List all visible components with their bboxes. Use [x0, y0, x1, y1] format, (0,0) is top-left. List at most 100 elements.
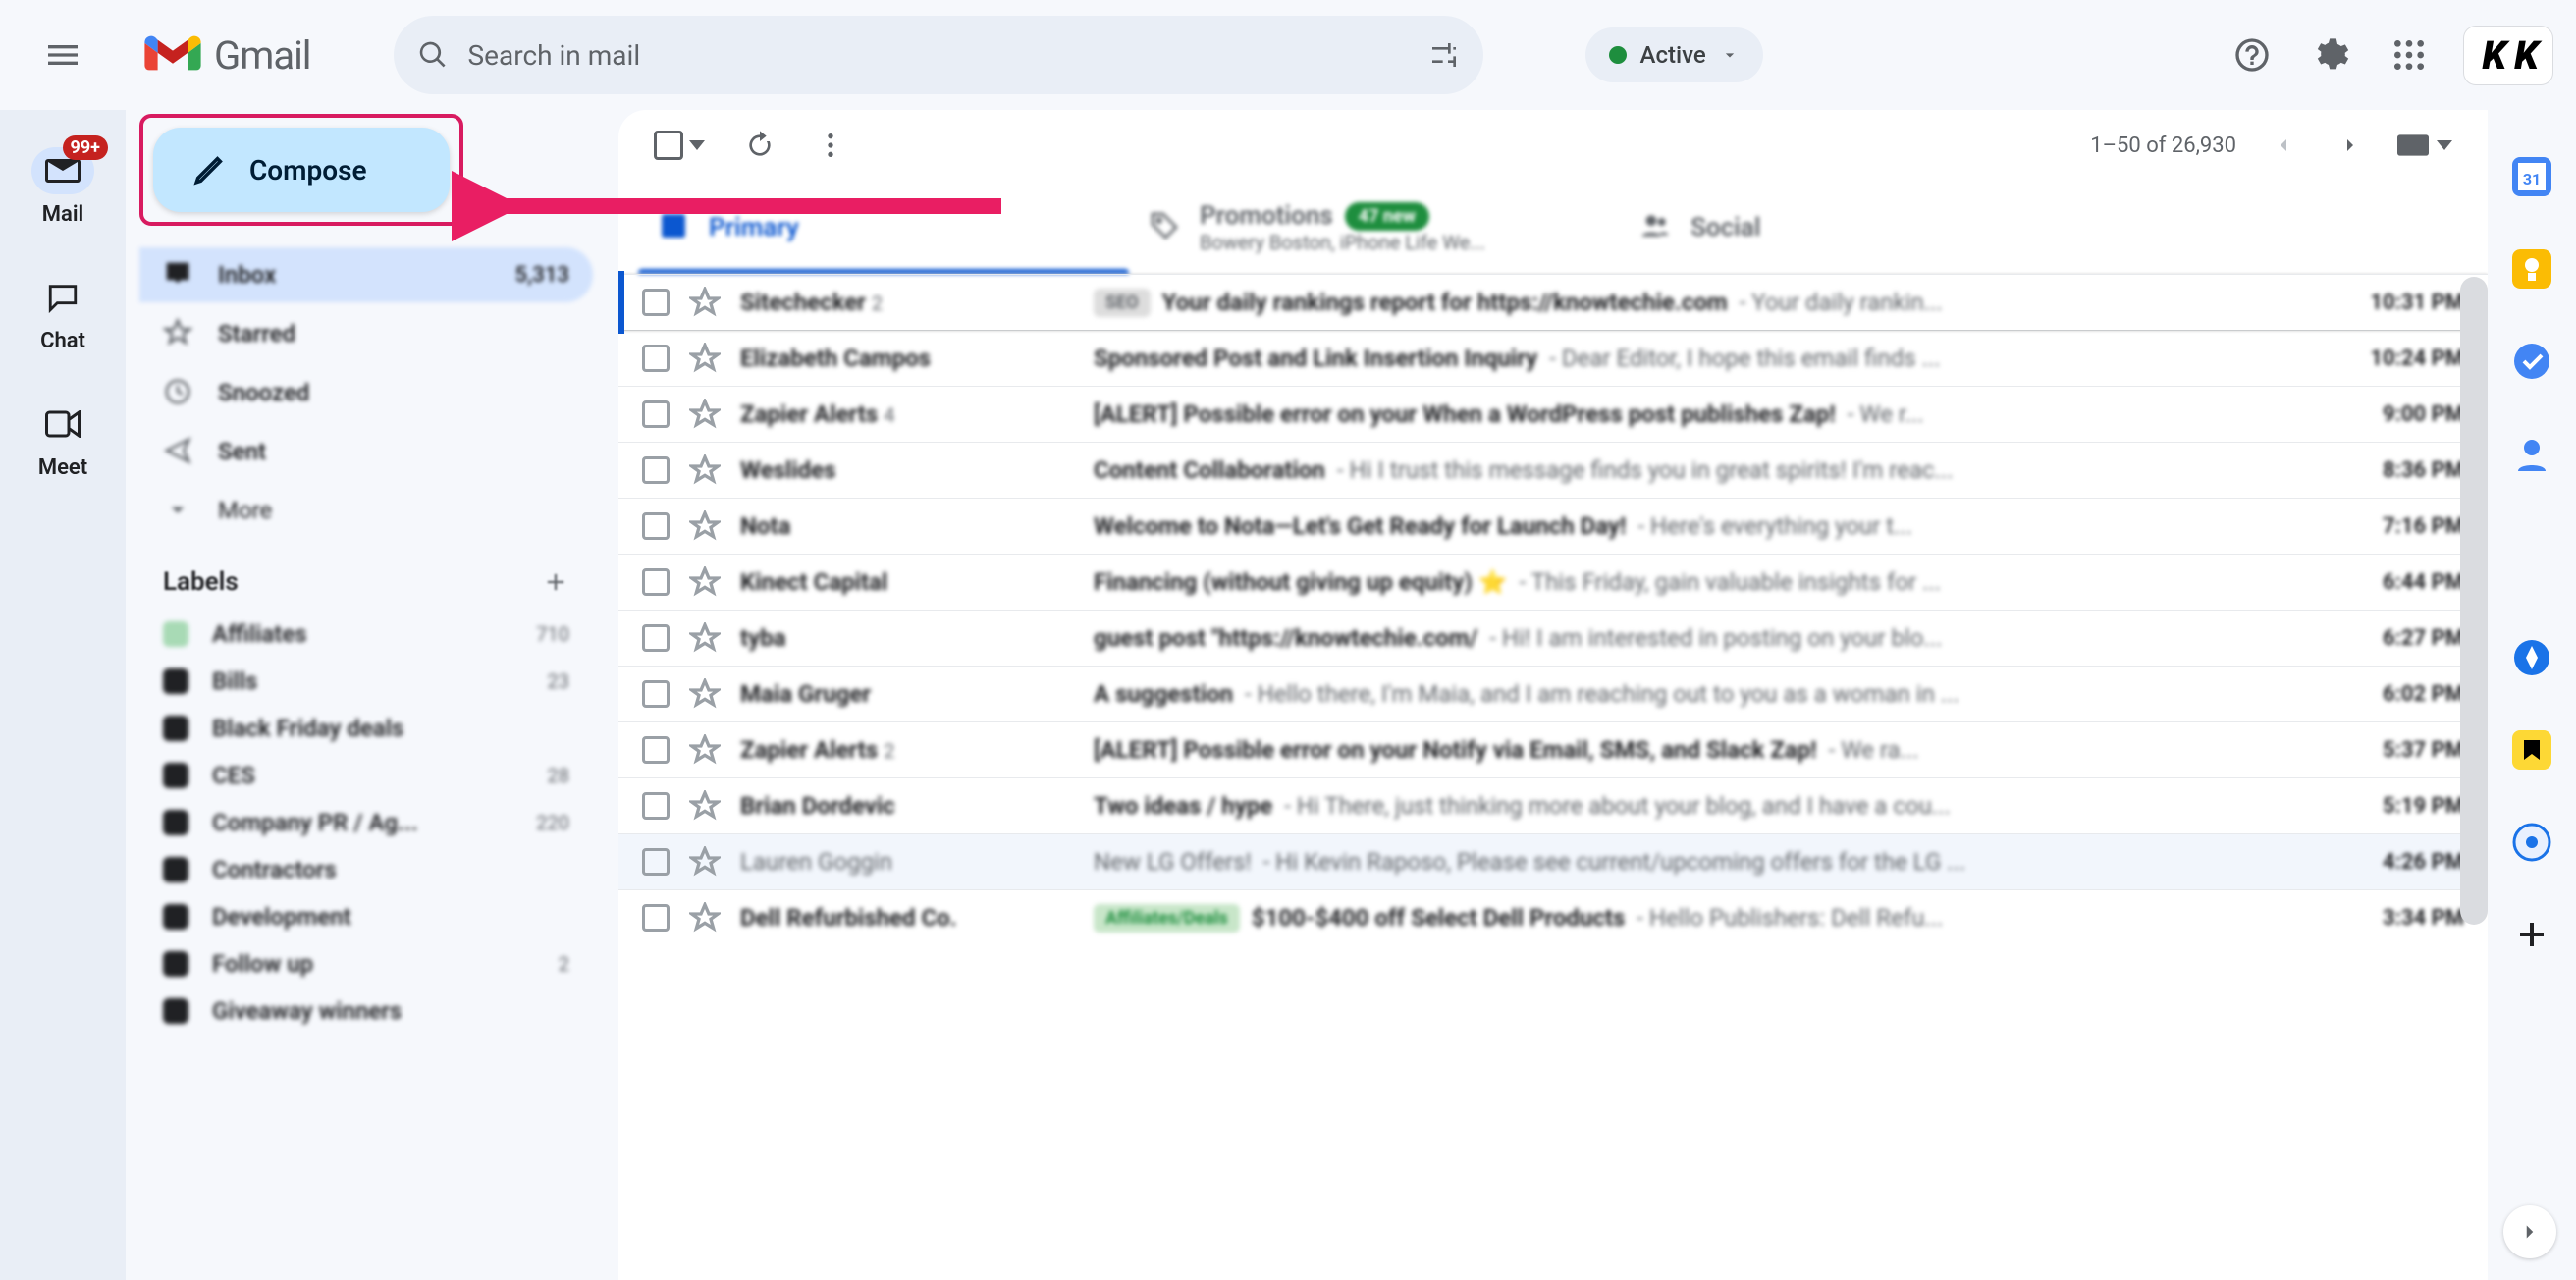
- email-row[interactable]: Zapier Alerts 2 [ALERT] Possible error o…: [618, 721, 2488, 777]
- row-checkbox[interactable]: [642, 904, 670, 932]
- label-name: Affiliates: [212, 620, 512, 648]
- star-button[interactable]: [689, 678, 721, 710]
- email-sender: Brian Dordevic: [740, 792, 1074, 820]
- tasks-icon[interactable]: [2512, 342, 2551, 381]
- email-snippet: - Dear Editor, I hope this email finds .…: [1549, 345, 1940, 372]
- addon-1-icon[interactable]: [2512, 638, 2551, 677]
- contacts-icon[interactable]: [2512, 434, 2551, 473]
- select-caret-icon: [689, 140, 705, 150]
- label-item[interactable]: Development: [139, 893, 593, 940]
- status-chip[interactable]: Active: [1585, 27, 1763, 82]
- email-row[interactable]: Dell Refurbished Co. Affiliates/Deals$10…: [618, 889, 2488, 945]
- more-icon: [163, 495, 194, 526]
- addon-3-icon[interactable]: [2512, 823, 2551, 862]
- search-options-icon[interactable]: [1428, 39, 1460, 71]
- email-row[interactable]: Brian Dordevic Two ideas / hype - Hi The…: [618, 777, 2488, 833]
- star-button[interactable]: [689, 343, 721, 374]
- email-row[interactable]: Kinect Capital Financing (without giving…: [618, 554, 2488, 610]
- email-row[interactable]: Lauren Goggin New LG Offers! - Hi Kevin …: [618, 833, 2488, 889]
- row-checkbox[interactable]: [642, 512, 670, 540]
- addon-2-icon[interactable]: [2512, 730, 2551, 770]
- star-button[interactable]: [689, 846, 721, 878]
- label-item[interactable]: Affiliates 710: [139, 611, 593, 658]
- row-checkbox[interactable]: [642, 456, 670, 484]
- search-box[interactable]: [394, 16, 1483, 94]
- email-row[interactable]: Maia Gruger A suggestion - Hello there, …: [618, 666, 2488, 721]
- sidebar-item-inbox[interactable]: Inbox 5,313: [139, 247, 593, 302]
- email-snippet: - Hi! I am interested in posting on your…: [1489, 624, 1942, 652]
- keep-icon[interactable]: [2512, 249, 2551, 289]
- support-button[interactable]: [2228, 31, 2276, 79]
- expand-panel-button[interactable]: [2503, 1205, 2556, 1258]
- row-checkbox[interactable]: [642, 792, 670, 820]
- input-tools-button[interactable]: [2397, 133, 2452, 157]
- extension-chip[interactable]: K K: [2464, 27, 2552, 84]
- row-checkbox[interactable]: [642, 289, 670, 316]
- row-checkbox[interactable]: [642, 848, 670, 876]
- label-item[interactable]: Company PR / Ag... 220: [139, 799, 593, 846]
- select-all[interactable]: [654, 131, 705, 160]
- label-item[interactable]: Contractors: [139, 846, 593, 893]
- more-button[interactable]: [815, 130, 846, 161]
- get-addons-button[interactable]: [2512, 915, 2551, 954]
- sidebar-item-sent[interactable]: Sent: [139, 424, 593, 479]
- rail-mail[interactable]: 99+ Mail: [31, 147, 94, 227]
- star-button[interactable]: [689, 399, 721, 430]
- prev-page-button[interactable]: [2272, 133, 2295, 157]
- sidebar-item-snoozed[interactable]: Snoozed: [139, 365, 593, 420]
- rail-chat[interactable]: Chat: [31, 274, 94, 353]
- email-snippet: - Hi There, just thinking more about you…: [1284, 792, 1951, 820]
- star-button[interactable]: [689, 287, 721, 318]
- calendar-icon[interactable]: 31: [2512, 157, 2551, 196]
- email-row[interactable]: Weslides Content Collaboration - Hi I tr…: [618, 442, 2488, 498]
- star-button[interactable]: [689, 734, 721, 766]
- top-icons: K K: [2228, 27, 2552, 84]
- row-checkbox[interactable]: [642, 680, 670, 708]
- apps-button[interactable]: [2386, 31, 2433, 79]
- label-list: Affiliates 710 Bills 23 Black Friday dea…: [139, 611, 593, 1035]
- row-checkbox[interactable]: [642, 624, 670, 652]
- star-button[interactable]: [689, 622, 721, 654]
- scrollbar[interactable]: [2460, 277, 2488, 925]
- label-item[interactable]: Bills 23: [139, 658, 593, 705]
- email-row[interactable]: tyba guest post "https://knowtechie.com/…: [618, 610, 2488, 666]
- sidebar-item-more[interactable]: More: [139, 483, 593, 538]
- row-checkbox[interactable]: [642, 400, 670, 428]
- add-label-icon[interactable]: [542, 568, 569, 596]
- caret-icon: [2437, 140, 2452, 150]
- star-button[interactable]: [689, 510, 721, 542]
- email-row[interactable]: Sitechecker 2 SEOYour daily rankings rep…: [618, 274, 2488, 330]
- email-time: 7:16 PM: [2336, 514, 2464, 539]
- star-button[interactable]: [689, 790, 721, 822]
- row-checkbox[interactable]: [642, 736, 670, 764]
- label-item[interactable]: Black Friday deals: [139, 705, 593, 752]
- inbox-icon: [163, 259, 194, 291]
- email-row[interactable]: Elizabeth Campos Sponsored Post and Link…: [618, 330, 2488, 386]
- email-row[interactable]: Nota Welcome to Nota—Let's Get Ready for…: [618, 498, 2488, 554]
- chevron-right-icon: [2517, 1219, 2543, 1245]
- compose-button[interactable]: Compose: [153, 128, 450, 212]
- logo[interactable]: Gmail: [143, 32, 311, 79]
- star-button[interactable]: [689, 454, 721, 486]
- email-subject: Welcome to Nota—Let's Get Ready for Laun…: [1094, 512, 1626, 540]
- label-item[interactable]: CES 28: [139, 752, 593, 799]
- settings-button[interactable]: [2307, 31, 2354, 79]
- main-menu-button[interactable]: [24, 16, 102, 94]
- email-snippet: - Here's everything your t...: [1637, 512, 1912, 540]
- row-checkbox[interactable]: [642, 568, 670, 596]
- email-row[interactable]: Zapier Alerts 4 [ALERT] Possible error o…: [618, 386, 2488, 442]
- search-input[interactable]: [468, 39, 1409, 72]
- tab-social[interactable]: Social: [1620, 182, 2111, 274]
- tab-promotions[interactable]: Promotions47 newBowery Boston, iPhone Li…: [1129, 182, 1620, 274]
- refresh-button[interactable]: [744, 130, 776, 161]
- star-button[interactable]: [689, 566, 721, 598]
- sidebar-item-starred[interactable]: Starred: [139, 306, 593, 361]
- label-item[interactable]: Follow up 2: [139, 940, 593, 987]
- label-item[interactable]: Giveaway winners: [139, 987, 593, 1035]
- next-page-button[interactable]: [2338, 133, 2362, 157]
- star-button[interactable]: [689, 902, 721, 933]
- people-icon: [1639, 210, 1671, 245]
- row-checkbox[interactable]: [642, 345, 670, 372]
- email-time: 5:37 PM: [2336, 738, 2464, 763]
- rail-meet[interactable]: Meet: [31, 400, 94, 480]
